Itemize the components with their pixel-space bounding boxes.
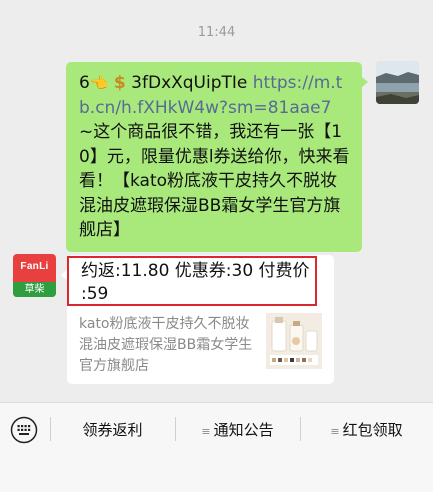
menu-item-label: 红包领取 — [342, 421, 403, 439]
official-account-menu-bar: 领券返利 ≡ 通知公告 ≡ 红包领取 — [0, 402, 433, 492]
bot-avatar[interactable]: FanLi 草柴 — [13, 254, 56, 297]
outgoing-message-bubble[interactable]: 6👈 $ 3fDxXqUipTIe https://m.tb.cn/h.fXHk… — [66, 62, 368, 252]
product-name: kato粉底液干皮持久不脱妆混油皮遮瑕保湿BB霜女学生官方旗舰店 — [79, 316, 253, 374]
menu-item-label: 通知公告 — [213, 421, 274, 439]
message-prefix: 6 — [79, 73, 90, 93]
product-card[interactable]: 约返:11.80 优惠券:30 付费价 :59 kato粉底液干皮持久不脱妆混油… — [61, 255, 334, 384]
rebate-line-1: 约返:11.80 优惠券:30 付费价 — [81, 261, 310, 281]
rebate-info-highlight: 约返:11.80 优惠券:30 付费价 :59 — [67, 256, 317, 306]
pointing-hand-icon: 👈 — [89, 74, 109, 92]
menu-item-announcements[interactable]: ≡ 通知公告 — [175, 415, 300, 445]
tao-token: 3fDxXqUipTIe — [131, 73, 248, 93]
product-thumbnail[interactable] — [266, 313, 322, 369]
menu-item-red-packet[interactable]: ≡ 红包领取 — [300, 415, 433, 445]
keyboard-icon[interactable] — [10, 416, 38, 444]
menu-item-label: 领券返利 — [82, 421, 143, 439]
bot-avatar-brand: FanLi — [20, 261, 49, 272]
rebate-line-2: :59 — [81, 284, 109, 304]
dollar-icon: $ — [113, 73, 126, 93]
submenu-icon: ≡ — [330, 425, 340, 438]
message-body: ~这个商品很不错，我还有一张【10】元，限量优惠l券送给你，快来看看！【kato… — [79, 122, 350, 240]
menu-item-coupon-rebate[interactable]: 领券返利 — [50, 415, 175, 445]
chat-timestamp: 11:44 — [197, 25, 236, 40]
submenu-icon: ≡ — [201, 425, 211, 438]
self-avatar[interactable] — [376, 61, 419, 104]
bot-avatar-tag: 草柴 — [13, 282, 56, 297]
